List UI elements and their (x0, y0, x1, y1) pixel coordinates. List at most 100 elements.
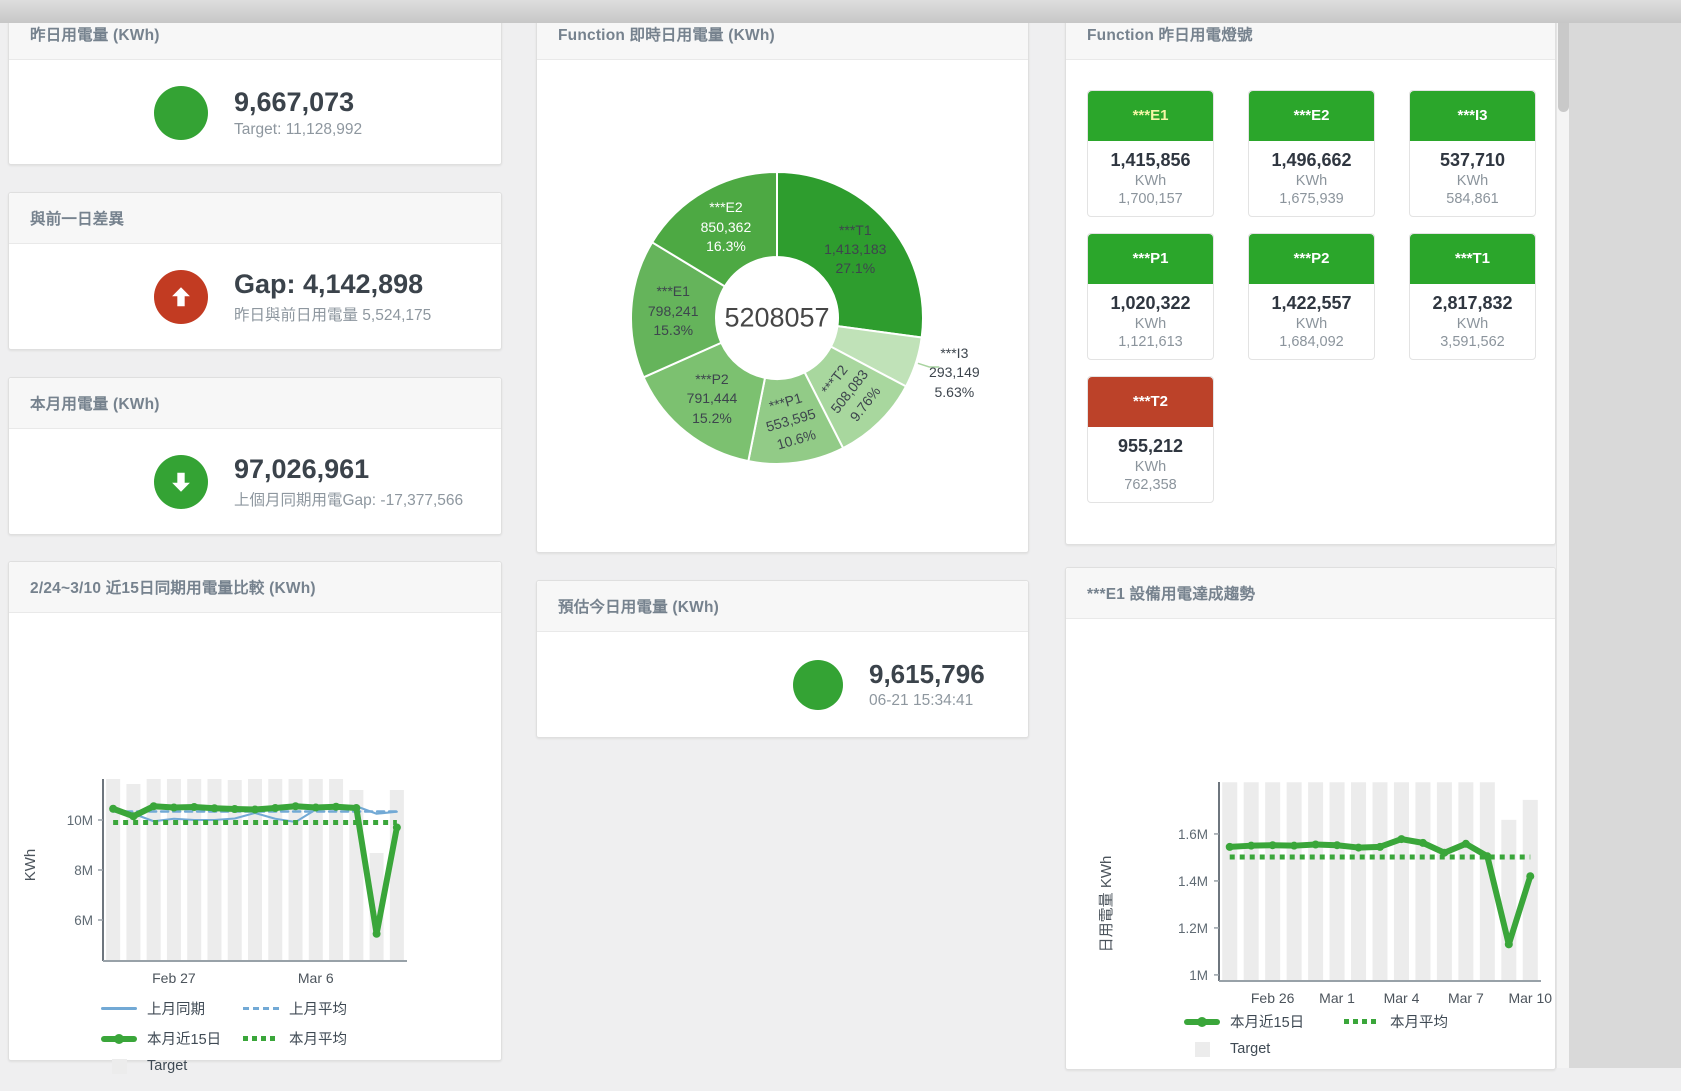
svg-text:Mar 1: Mar 1 (1319, 990, 1355, 1006)
legend-item-thin[interactable]: 上月同期 (101, 998, 243, 1019)
panel-estimate-today: 預估今日用電量 (KWh) 9,615,796 06-21 15:34:41 (536, 580, 1029, 738)
legend-label: 本月近15日 (1230, 1011, 1304, 1032)
light-tile-value: 2,817,832 (1410, 293, 1535, 314)
legend-item-dash[interactable]: 上月平均 (243, 998, 385, 1019)
panel-header: 預估今日用電量 (KWh) (537, 581, 1028, 632)
donut-label-p2: ***P2791,44415.2% (687, 370, 738, 428)
vertical-scrollbar[interactable] (1556, 0, 1570, 1068)
legend-item-thick[interactable]: 本月近15日 (101, 1028, 243, 1049)
legend-swatch-shape (101, 1007, 137, 1010)
svg-text:Mar 7: Mar 7 (1448, 990, 1484, 1006)
arrow-up-circle-icon (154, 270, 208, 324)
compare-line-chart[interactable]: 10M8M6MFeb 27Mar 6KWh (9, 613, 501, 998)
panel-title: 預估今日用電量 (KWh) (558, 595, 719, 617)
light-tile-e1: ***E11,415,856KWh1,700,157 (1087, 90, 1214, 217)
svg-text:1.2M: 1.2M (1178, 921, 1208, 936)
svg-text:日用電量 KWh: 日用電量 KWh (1098, 856, 1115, 953)
donut-label-name: ***E1 (648, 282, 699, 301)
donut-label-value: 791,444 (687, 390, 738, 409)
legend-item-square[interactable]: Target (101, 1058, 243, 1074)
stat-body: 9,615,796 06-21 15:34:41 (537, 632, 1028, 738)
svg-text:6M: 6M (74, 913, 93, 928)
legend-swatch-shape (243, 1007, 279, 1010)
panel-title: Function 昨日用電燈號 (1087, 23, 1253, 45)
light-tile-e2: ***E21,496,662KWh1,675,939 (1248, 90, 1375, 217)
svg-text:Mar 6: Mar 6 (298, 970, 334, 986)
svg-text:Feb 27: Feb 27 (152, 970, 196, 986)
donut-label-value: 798,241 (648, 302, 699, 321)
legend-swatch-shape (112, 1059, 127, 1074)
light-tile-unit: KWh (1249, 316, 1374, 332)
svg-text:1.4M: 1.4M (1178, 874, 1208, 889)
desktop-bottom-area (0, 0, 1681, 23)
legend-swatch (243, 1036, 279, 1041)
svg-text:10M: 10M (67, 813, 93, 828)
legend-label: 本月近15日 (147, 1028, 221, 1049)
light-tile-value: 537,710 (1410, 150, 1535, 171)
stat-body: 97,026,961 上個月同期用電Gap: -17,377,566 (9, 429, 501, 535)
legend-swatch (243, 1007, 279, 1010)
light-tile-target: 584,861 (1410, 191, 1535, 207)
legend-item-thick[interactable]: 本月近15日 (1184, 1011, 1344, 1032)
panel-title: Function 即時日用電量 (KWh) (558, 23, 775, 45)
legend-swatch-shape (243, 1036, 279, 1041)
light-tile-value: 1,415,856 (1088, 150, 1213, 171)
donut-label-pct: 27.1% (824, 259, 886, 278)
legend-label: Target (147, 1058, 187, 1074)
e1-trend-line-chart[interactable]: 1.6M1.4M1.2M1MFeb 26Mar 1Mar 4Mar 7Mar 1… (1066, 619, 1555, 1011)
status-circle-icon (793, 660, 843, 710)
dashboard-page: 昨日用電量 (KWh) 9,667,073 Target: 11,128,992… (0, 0, 1681, 1091)
light-tile-unit: KWh (1410, 316, 1535, 332)
donut-label-name: ***E2 (701, 198, 752, 217)
light-tile-target: 1,675,939 (1249, 191, 1374, 207)
legend-item-dot[interactable]: 本月平均 (1344, 1011, 1504, 1032)
donut-label-name: ***P2 (687, 370, 738, 389)
arrow-down-circle-icon (154, 455, 208, 509)
light-tile-unit: KWh (1249, 173, 1374, 189)
donut-label-t1: ***T11,413,18327.1% (824, 221, 886, 279)
panel-15day-compare: 2/24~3/10 近15日同期用電量比較 (KWh) 10M8M6MFeb 2… (8, 561, 502, 1061)
light-tile-target: 1,684,092 (1249, 334, 1374, 350)
compare-chart-legend: 上月同期上月平均本月近15日 本月平均 Target (9, 998, 431, 1074)
light-tile-p2: ***P21,422,557KWh1,684,092 (1248, 233, 1375, 360)
light-tile-unit: KWh (1088, 459, 1213, 475)
donut-label-pct: 5.63% (929, 383, 980, 402)
legend-swatch-shape (1344, 1019, 1380, 1024)
svg-text:KWh: KWh (22, 849, 39, 882)
light-tile-t1: ***T12,817,832KWh3,591,562 (1409, 233, 1536, 360)
legend-label: 本月平均 (289, 1028, 347, 1049)
panel-header: 本月用電量 (KWh) (9, 378, 501, 429)
legend-item-dot[interactable]: 本月平均 (243, 1028, 385, 1049)
panel-title: 本月用電量 (KWh) (30, 392, 160, 414)
legend-swatch-shape (1195, 1042, 1210, 1057)
light-tile-value: 1,422,557 (1249, 293, 1374, 314)
legend-swatch (1344, 1019, 1380, 1024)
stat-value: 9,667,073 (234, 87, 362, 118)
legend-item-square[interactable]: Target (1184, 1041, 1344, 1057)
light-tile-i3: ***I3537,710KWh584,861 (1409, 90, 1536, 217)
svg-text:1M: 1M (1189, 968, 1208, 983)
svg-text:Feb 26: Feb 26 (1251, 990, 1295, 1006)
light-tile-p1: ***P11,020,322KWh1,121,613 (1087, 233, 1214, 360)
donut-label-i3: ***I3293,1495.63% (929, 344, 980, 402)
panel-yesterday-usage: 昨日用電量 (KWh) 9,667,073 Target: 11,128,992 (8, 8, 502, 165)
legend-swatch-shape (101, 1036, 137, 1042)
legend-swatch (1184, 1042, 1220, 1057)
light-tile-label: ***T1 (1410, 234, 1535, 284)
donut-label-name: ***I3 (929, 344, 980, 363)
donut-center-total: 5208057 (724, 303, 829, 334)
donut-label-e1: ***E1798,24115.3% (648, 282, 699, 340)
panel-title: ***E1 設備用電達成趨勢 (1087, 582, 1255, 604)
light-tile-label: ***P1 (1088, 234, 1213, 284)
light-tile-unit: KWh (1410, 173, 1535, 189)
realtime-donut-chart[interactable]: 5208057 ***T11,413,18327.1% ***I3293,1495… (537, 60, 1028, 546)
light-tiles-grid: ***E11,415,856KWh1,700,157***E21,496,662… (1087, 90, 1536, 503)
donut-label-value: 850,362 (701, 218, 752, 237)
panel-header: ***E1 設備用電達成趨勢 (1066, 568, 1555, 619)
panel-realtime-donut: Function 即時日用電量 (KWh) 5208057 ***T11,413… (536, 8, 1029, 553)
light-tile-label: ***E1 (1088, 91, 1213, 141)
stat-subtitle: Target: 11,128,992 (234, 121, 362, 139)
donut-label-pct: 15.3% (648, 321, 699, 340)
panel-month-usage: 本月用電量 (KWh) 97,026,961 上個月同期用電Gap: -17,3… (8, 377, 502, 535)
legend-label: Target (1230, 1041, 1270, 1057)
